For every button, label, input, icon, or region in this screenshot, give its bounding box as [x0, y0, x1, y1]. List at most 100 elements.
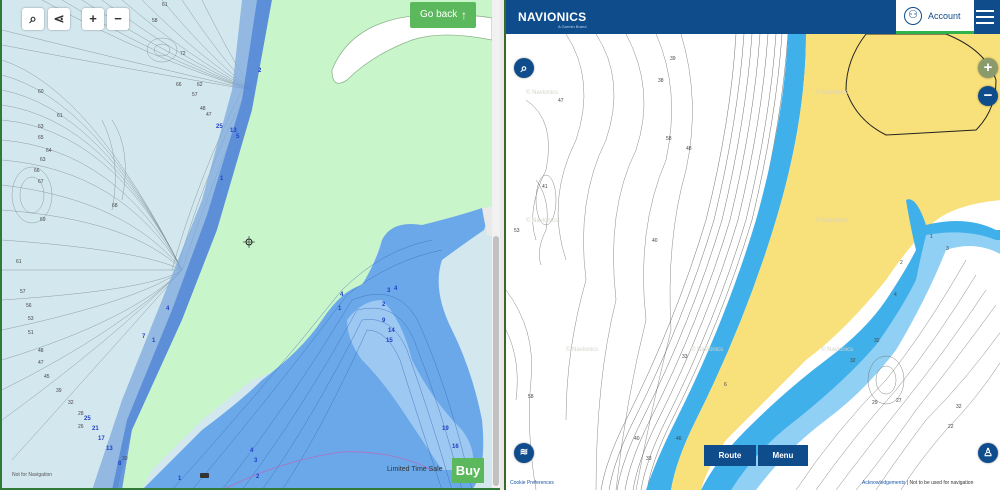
- scrollbar-thumb[interactable]: [493, 236, 499, 486]
- left-chart-canvas[interactable]: 6158726266576061636564636667696861575653…: [2, 0, 500, 490]
- depth-label: 62: [197, 82, 203, 88]
- depth-label: 72: [180, 51, 186, 57]
- depth-label: 51: [28, 330, 34, 336]
- depth-label: 40: [652, 238, 658, 244]
- depth-label: 61: [57, 113, 63, 119]
- right-chart-canvas[interactable]: 47393858484140533358464033622323229 27321…: [506, 0, 1000, 490]
- zoom-out-button[interactable]: −: [978, 86, 998, 106]
- depth-label-blue: 25: [84, 416, 91, 422]
- watermark: © Navionics: [566, 347, 599, 353]
- depth-label: 48: [200, 106, 206, 112]
- depth-label: 58: [152, 18, 158, 24]
- depth-label: 32: [68, 400, 74, 406]
- limited-time-label: Limited Time Sale: [387, 466, 443, 473]
- brand-logo[interactable]: NAVIONICS: [518, 10, 586, 24]
- depth-label-blue: 21: [92, 426, 99, 432]
- go-back-label: Go back: [420, 9, 458, 20]
- hamburger-menu-icon[interactable]: [976, 10, 994, 24]
- buy-button[interactable]: Buy: [452, 458, 484, 483]
- depth-label-blue: 16: [452, 444, 459, 450]
- depth-label: 45: [44, 374, 50, 380]
- depth-label: 46: [676, 436, 682, 442]
- depth-label: 68: [112, 203, 118, 209]
- depth-label: 61: [16, 259, 22, 265]
- depth-label: 32: [956, 404, 962, 410]
- depth-label: 48: [686, 146, 692, 152]
- not-for-navigation-note: Not for Navigation: [12, 472, 53, 478]
- depth-label: 32: [874, 338, 880, 344]
- depth-label: 47: [206, 112, 212, 118]
- arrow-up-icon: ↑: [461, 8, 467, 22]
- acknowledgements-link[interactable]: Acknowledgements: [862, 480, 905, 486]
- watermark: © Navionics: [816, 218, 849, 224]
- depth-label: 64: [46, 148, 52, 154]
- share-icon[interactable]: ⋖: [48, 8, 70, 30]
- depth-label: 22: [948, 424, 954, 430]
- depth-label: 38: [658, 78, 664, 84]
- depth-label-blue: 17: [98, 436, 105, 442]
- depth-label: 26: [78, 424, 84, 430]
- depth-label: 63: [40, 157, 46, 163]
- depth-label: 60: [38, 89, 44, 95]
- account-label: Account: [928, 11, 961, 21]
- depth-label: 39: [670, 56, 676, 62]
- watermark: © Navionics: [816, 90, 849, 96]
- depth-label: 33: [682, 354, 688, 360]
- zoom-out-button[interactable]: −: [107, 8, 129, 30]
- depth-label: 40: [634, 436, 640, 442]
- depth-label: 39: [56, 388, 62, 394]
- depth-label: 61: [162, 2, 168, 8]
- depth-label: 28: [78, 411, 84, 417]
- depth-label: 47: [558, 98, 564, 104]
- person-icon[interactable]: ♙: [978, 443, 998, 463]
- depth-label: 65: [38, 135, 44, 141]
- car-icon: [200, 473, 209, 478]
- scrollbar[interactable]: [492, 0, 500, 488]
- left-map-pane[interactable]: 61 58 72 62 66 57 60 61 63 65 64 63 66 67 69 68 61 57 56 53…: [0, 0, 500, 490]
- depth-label: 66: [34, 168, 40, 174]
- depth-label: 4: [894, 292, 897, 298]
- depth-label: 48: [38, 348, 44, 354]
- depth-label: 58: [528, 394, 534, 400]
- go-back-button[interactable]: Go back ↑: [410, 2, 476, 28]
- watermark: © Navionics: [526, 218, 559, 224]
- search-icon[interactable]: ⌕: [514, 58, 534, 78]
- search-icon[interactable]: ⌕: [22, 8, 44, 30]
- user-icon: ⚇: [904, 7, 922, 25]
- depth-label: 41: [542, 184, 548, 190]
- right-map-pane[interactable]: 47 39 38 58 48 41 40 53 33 58 46 40 33 6 22 32 32 29 27 32 1…: [504, 0, 1000, 490]
- depth-label: 33: [646, 456, 652, 462]
- watermark: © Navionics: [526, 90, 559, 96]
- brand-subtitle: A Garmin Brand: [558, 24, 587, 29]
- route-button[interactable]: Route: [704, 445, 756, 466]
- depth-label: 53: [28, 316, 34, 322]
- zoom-in-button[interactable]: +: [82, 8, 104, 30]
- depth-label: 3: [946, 246, 949, 252]
- depth-label: 67: [38, 179, 44, 185]
- depth-label: 47: [38, 360, 44, 366]
- depth-label: 69: [40, 217, 46, 223]
- depth-label: 2: [900, 260, 903, 266]
- depth-label: 53: [514, 228, 520, 234]
- footer-notes: Acknowledgements | Not to be used for na…: [862, 480, 974, 486]
- watermark: © Navionics: [691, 347, 724, 353]
- cookie-preferences-link[interactable]: Cookie Preferences: [510, 480, 554, 486]
- depth-label: 27: [896, 398, 902, 404]
- depth-label-blue: 25: [216, 124, 223, 130]
- depth-label: 66: [176, 82, 182, 88]
- depth-label-blue: 14: [388, 328, 395, 334]
- account-button[interactable]: ⚇ Account: [896, 0, 974, 34]
- watermark: © Navionics: [821, 347, 854, 353]
- layers-icon[interactable]: ≋: [514, 443, 534, 463]
- depth-label-blue: 19: [442, 426, 449, 432]
- depth-label: 56: [26, 303, 32, 309]
- depth-label: 32: [850, 358, 856, 364]
- depth-label: 29: [872, 400, 878, 406]
- depth-label: 6: [724, 382, 727, 388]
- zoom-in-button[interactable]: +: [978, 58, 998, 78]
- depth-label-blue: 13: [106, 446, 113, 452]
- depth-label: 57: [192, 92, 198, 98]
- menu-button[interactable]: Menu: [758, 445, 808, 466]
- depth-label: 63: [38, 124, 44, 130]
- depth-label: 57: [20, 289, 26, 295]
